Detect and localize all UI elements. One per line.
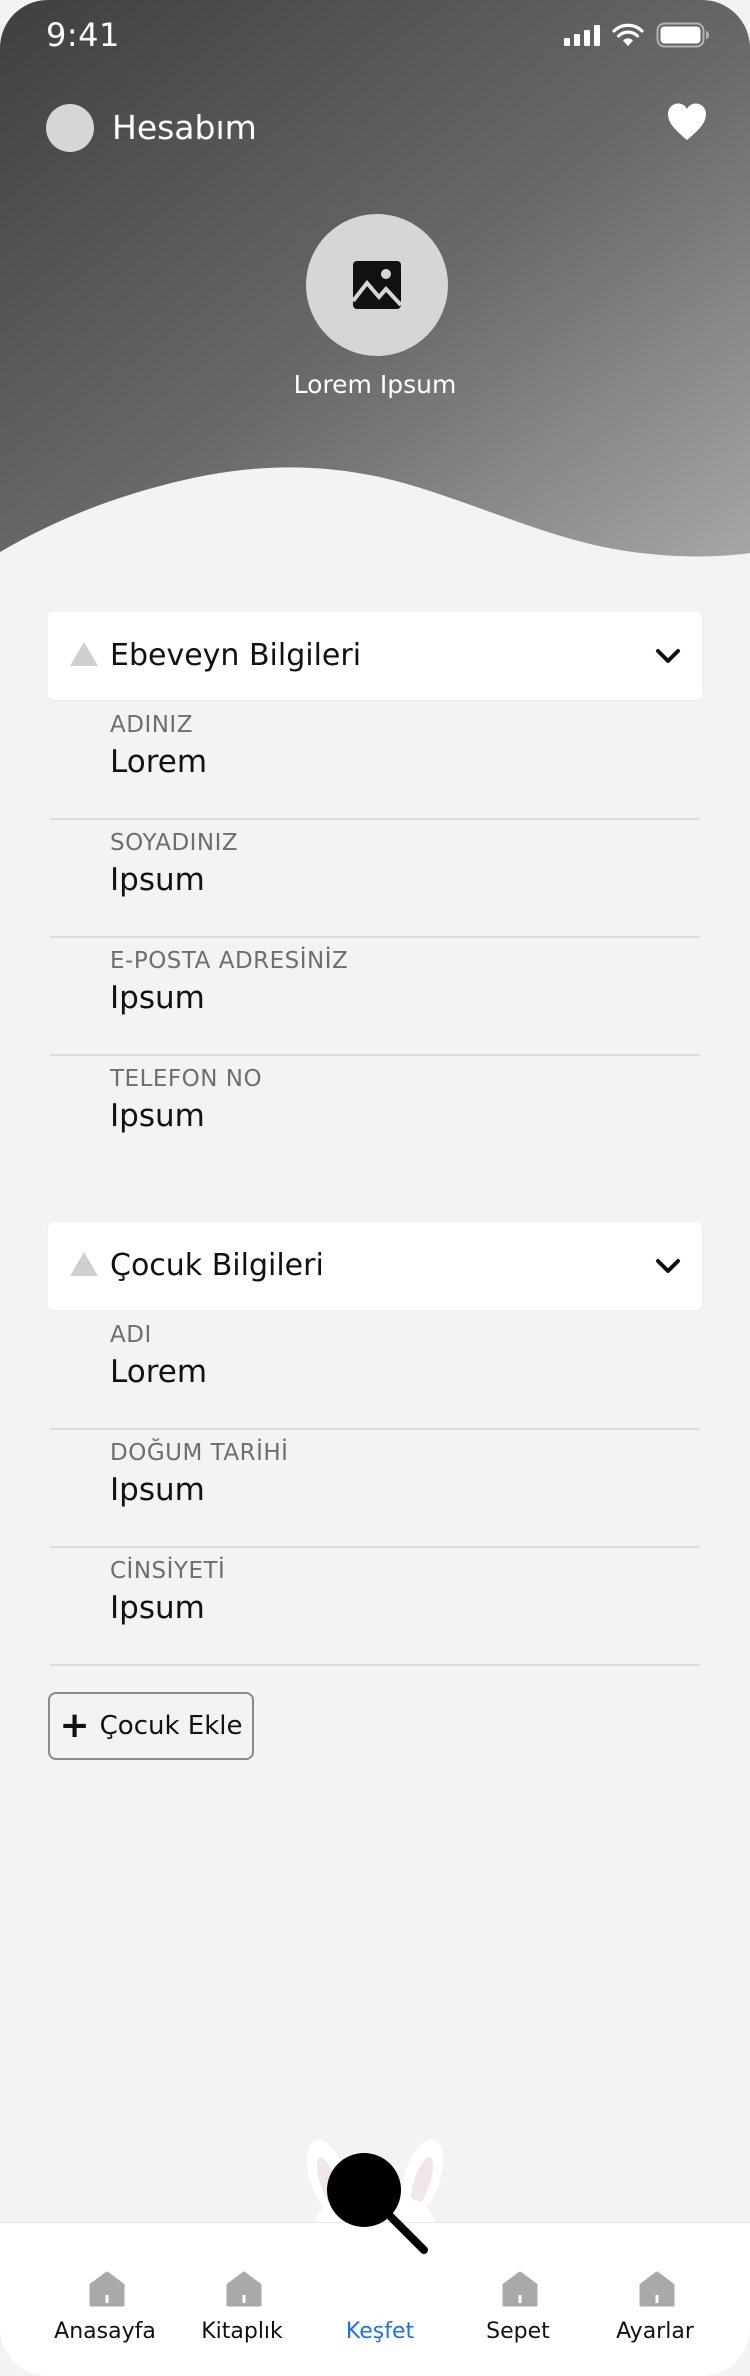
field-label: CİNSİYETİ	[110, 1558, 226, 1584]
field-label: TELEFON NO	[110, 1066, 263, 1092]
tab-label: Keşfet	[345, 2319, 415, 2344]
first-name-field[interactable]: ADINIZ Lorem	[50, 700, 700, 820]
last-name-field[interactable]: SOYADINIZ Ipsum	[50, 818, 700, 938]
page-title: Hesabım	[112, 108, 257, 147]
status-icons	[564, 22, 710, 48]
tab-cart[interactable]: Sepet	[443, 2223, 593, 2376]
field-label: ADINIZ	[110, 712, 193, 738]
chevron-down-icon[interactable]	[654, 642, 682, 670]
triangle-icon	[70, 1252, 98, 1276]
home-icon	[89, 2271, 125, 2307]
add-child-button[interactable]: + Çocuk Ekle	[48, 1692, 254, 1760]
chevron-down-icon[interactable]	[654, 1252, 682, 1280]
gender-field[interactable]: CİNSİYETİ Ipsum	[50, 1546, 700, 1666]
wifi-icon	[612, 23, 644, 47]
profile-header: 9:41 Hesabım Lorem Ipsum	[0, 0, 750, 560]
tab-label: Ayarlar	[616, 2319, 694, 2344]
battery-icon	[656, 22, 710, 48]
child-name-field[interactable]: ADI Lorem	[50, 1310, 700, 1430]
heart-icon[interactable]	[666, 102, 708, 142]
profile-name: Lorem Ipsum	[293, 370, 457, 399]
field-label: E-POSTA ADRESİNİZ	[110, 948, 349, 974]
signal-icon	[564, 24, 600, 46]
parent-info-header[interactable]: Ebeveyn Bilgileri	[48, 612, 702, 700]
email-field[interactable]: E-POSTA ADRESİNİZ Ipsum	[50, 936, 700, 1056]
home-icon	[502, 2271, 538, 2307]
field-label: SOYADINIZ	[110, 830, 239, 856]
section-title: Ebeveyn Bilgileri	[110, 638, 362, 673]
field-value: Ipsum	[110, 1472, 205, 1508]
status-time: 9:41	[46, 16, 120, 54]
field-label: DOĞUM TARİHİ	[110, 1440, 289, 1466]
tab-label: Sepet	[486, 2319, 550, 2344]
plus-icon: +	[59, 1705, 90, 1746]
home-icon	[639, 2271, 675, 2307]
phone-field[interactable]: TELEFON NO Ipsum	[50, 1054, 700, 1172]
avatar[interactable]	[46, 104, 94, 152]
search-icon[interactable]	[326, 2152, 430, 2256]
field-value: Lorem	[110, 744, 208, 780]
home-icon	[226, 2271, 262, 2307]
add-child-label: Çocuk Ekle	[99, 1711, 243, 1741]
field-value: Ipsum	[110, 980, 205, 1016]
tab-label: Kitaplık	[201, 2319, 283, 2344]
tab-settings[interactable]: Ayarlar	[580, 2223, 730, 2376]
tab-label: Anasayfa	[54, 2319, 156, 2344]
tab-home[interactable]: Anasayfa	[30, 2223, 180, 2376]
profile-photo[interactable]	[306, 214, 448, 356]
field-value: Lorem	[110, 1354, 208, 1390]
field-label: ADI	[110, 1322, 152, 1348]
account-screen: 9:41 Hesabım Lorem Ipsum Ebeveyn Bilgile…	[0, 0, 750, 2376]
field-value: Ipsum	[110, 862, 205, 898]
section-title: Çocuk Bilgileri	[110, 1248, 324, 1283]
child-info-header[interactable]: Çocuk Bilgileri	[48, 1222, 702, 1310]
triangle-icon	[70, 642, 98, 666]
field-value: Ipsum	[110, 1098, 205, 1134]
tab-library[interactable]: Kitaplık	[167, 2223, 317, 2376]
field-value: Ipsum	[110, 1590, 205, 1626]
birth-date-field[interactable]: DOĞUM TARİHİ Ipsum	[50, 1428, 700, 1548]
image-icon	[353, 261, 401, 309]
